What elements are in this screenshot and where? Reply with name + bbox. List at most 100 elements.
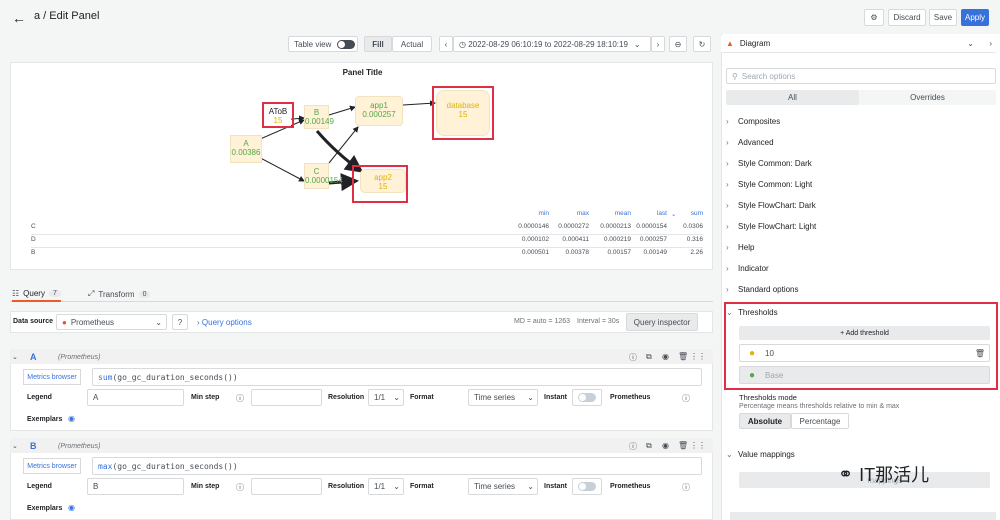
node-c[interactable]: C 0.0000154 (304, 163, 343, 189)
tab-transform[interactable]: ⤢ Transform 0 (88, 288, 151, 300)
gear-icon[interactable]: ⚙ (864, 9, 884, 26)
table-view-toggle[interactable]: Table view (288, 36, 358, 52)
section-advanced[interactable]: › Advanced (726, 132, 996, 152)
legend-header-sum[interactable]: sum (687, 210, 703, 217)
drag-handle-icon[interactable]: ⋮⋮ (690, 441, 706, 450)
database-highlight (432, 86, 494, 140)
collapse-chevron-icon[interactable]: ⌄ (12, 442, 18, 450)
duplicate-icon[interactable]: ⧉ (646, 352, 652, 362)
node-app1-value: 0.000257 (362, 110, 396, 119)
time-range-picker[interactable]: ◷ 2022-08-29 06:10:19 to 2022-08-29 18:1… (453, 36, 651, 52)
query-inspector-button[interactable]: Query inspector (626, 313, 698, 331)
query-header-a[interactable] (10, 349, 713, 364)
legend-header-mean[interactable]: mean (611, 210, 631, 217)
section-standard-options[interactable]: › Standard options (726, 279, 996, 299)
section-label: Standard options (738, 284, 799, 294)
query-expression-a[interactable]: sum (go_gc_duration_seconds()) (92, 368, 702, 386)
visualization-picker[interactable]: ▲ Diagram ⌄ › (721, 35, 996, 53)
collapse-chevron-icon[interactable]: ⌄ (12, 353, 18, 361)
node-c-label: C (313, 167, 320, 176)
instant-switch[interactable] (578, 482, 596, 491)
section-composites[interactable]: › Composites (726, 111, 996, 131)
section-indicator[interactable]: › Indicator (726, 258, 996, 278)
resolution-select-a[interactable]: 1/1 ⌄ (368, 389, 404, 406)
instant-toggle-a[interactable] (572, 389, 602, 406)
node-app1[interactable]: app1 0.000257 (355, 96, 403, 126)
back-arrow-icon[interactable]: ← (12, 10, 26, 26)
threshold-input[interactable]: ● 10 🗑 (739, 344, 990, 362)
instant-switch[interactable] (578, 393, 596, 402)
table-row[interactable]: D 0.000102 0.000411 0.000219 0.000257 0.… (31, 236, 703, 248)
min-step-input-a[interactable] (251, 389, 322, 406)
resolution-select-b[interactable]: 1/1 ⌄ (368, 478, 404, 495)
section-style-common-light[interactable]: › Style Common: Light (726, 174, 996, 194)
node-a[interactable]: A 0.00386 (230, 135, 262, 163)
time-forward-icon[interactable]: › (651, 36, 665, 52)
green-color-dot[interactable]: ● (749, 370, 755, 381)
tab-all[interactable]: All (726, 90, 859, 105)
trash-icon[interactable]: 🗑 (678, 352, 688, 361)
time-back-icon[interactable]: ‹ (439, 36, 453, 52)
query-options-link[interactable]: › Query options (197, 318, 252, 327)
drag-handle-icon[interactable]: ⋮⋮ (690, 352, 706, 361)
save-button[interactable]: Save (929, 9, 957, 26)
query-expression-b[interactable]: max (go_gc_duration_seconds()) (92, 457, 702, 475)
wechat-icon: ⚭ (838, 463, 854, 484)
table-view-switch[interactable] (337, 39, 356, 49)
prometheus-label: Prometheus (610, 394, 651, 401)
min-step-input-b[interactable] (251, 478, 322, 495)
query-help-icon[interactable]: ⓘ (629, 352, 637, 363)
trash-icon[interactable]: 🗑 (678, 441, 688, 450)
discard-button[interactable]: Discard (888, 9, 926, 26)
instant-toggle-b[interactable] (572, 478, 602, 495)
query-header-b[interactable] (10, 438, 713, 453)
legend-input-a[interactable]: A (87, 389, 184, 406)
watermark-text: IT那活儿 (859, 465, 930, 485)
section-thresholds[interactable]: ⌄ Thresholds (726, 302, 996, 322)
yellow-color-dot[interactable]: ● (749, 348, 755, 359)
legend-input-b[interactable]: B (87, 478, 184, 495)
refresh-icon[interactable]: ↻ (693, 36, 711, 52)
datasource-select[interactable]: ● Prometheus ⌄ (56, 314, 167, 330)
tab-query[interactable]: ☷ Query 7 (12, 288, 61, 302)
section-style-flowchart-light[interactable]: › Style FlowChart: Light (726, 216, 996, 236)
table-row[interactable]: B 0.000501 0.00378 0.00157 0.00149 2.26 (31, 249, 703, 261)
add-threshold-button[interactable]: + Add threshold (739, 326, 990, 340)
percentage-button[interactable]: Percentage (791, 413, 849, 429)
legend-cell: 0.00157 (607, 249, 632, 256)
chevron-right-icon[interactable]: › (989, 39, 992, 48)
eye-icon[interactable]: ◉ (68, 414, 75, 423)
duplicate-icon[interactable]: ⧉ (646, 441, 652, 451)
table-view-label: Table view (294, 39, 332, 49)
help-icon[interactable]: ? (172, 314, 188, 330)
query-help-icon[interactable]: ⓘ (629, 441, 637, 452)
apply-button[interactable]: Apply (961, 9, 989, 26)
format-select-a[interactable]: Time series ⌄ (468, 389, 538, 406)
section-style-flowchart-dark[interactable]: › Style FlowChart: Dark (726, 195, 996, 215)
node-b[interactable]: B 0.00149 (304, 105, 334, 129)
trash-icon[interactable]: 🗑 (975, 349, 985, 358)
search-options-input[interactable]: ⚲ Search options (726, 68, 996, 84)
chevron-right-icon: › (726, 158, 729, 168)
section-label: Indicator (738, 263, 769, 273)
metrics-browser-button[interactable]: Metrics browser (23, 369, 81, 385)
zoom-out-icon[interactable]: ⊖ (669, 36, 687, 52)
section-style-common-dark[interactable]: › Style Common: Dark (726, 153, 996, 173)
format-select-b[interactable]: Time series ⌄ (468, 478, 538, 495)
eye-icon[interactable]: ◉ (662, 352, 669, 361)
section-label: Value mappings (738, 449, 795, 459)
absolute-button[interactable]: Absolute (739, 413, 791, 429)
search-placeholder: Search options (741, 71, 796, 81)
actual-button[interactable]: Actual (392, 36, 432, 52)
chevron-right-icon: › (726, 179, 729, 189)
table-row[interactable]: C 0.0000146 0.0000272 0.0000213 0.000015… (31, 223, 703, 235)
section-help[interactable]: › Help (726, 237, 996, 257)
metrics-browser-button[interactable]: Metrics browser (23, 458, 81, 474)
tab-overrides[interactable]: Overrides (859, 90, 996, 105)
legend-header-last[interactable]: last (647, 210, 667, 217)
eye-icon[interactable]: ◉ (662, 441, 669, 450)
legend-header-min[interactable]: min (537, 210, 549, 217)
eye-icon[interactable]: ◉ (68, 503, 75, 512)
fill-button[interactable]: Fill (364, 36, 392, 52)
legend-header-max[interactable]: max (571, 210, 589, 217)
